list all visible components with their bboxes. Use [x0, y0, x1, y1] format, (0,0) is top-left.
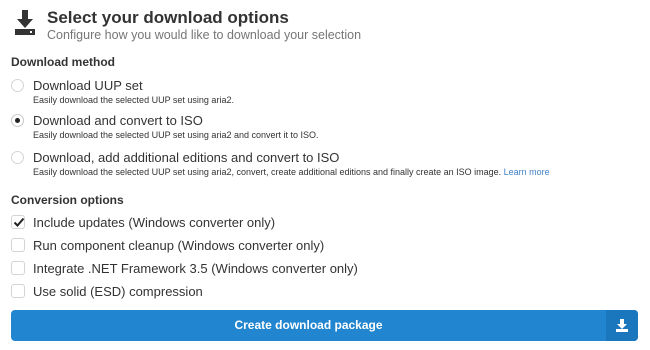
checkbox[interactable] [11, 284, 25, 298]
radio-description: Easily download the selected UUP set usi… [33, 95, 234, 105]
radio-label[interactable]: Download and convert to ISO [33, 113, 203, 128]
page-subtitle: Configure how you would like to download… [47, 28, 362, 42]
checkbox-integrate-netfx[interactable]: Integrate .NET Framework 3.5 (Windows co… [11, 261, 411, 279]
checkbox-include-updates[interactable]: Include updates (Windows converter only) [11, 215, 411, 233]
checkbox-label[interactable]: Run component cleanup (Windows converter… [33, 238, 324, 253]
checkbox-checked[interactable] [11, 215, 25, 229]
download-method-title: Download method [11, 55, 115, 69]
radio-option-convert-iso[interactable]: Download and convert to ISO Easily downl… [11, 113, 631, 147]
checkbox-component-cleanup[interactable]: Run component cleanup (Windows converter… [11, 238, 411, 256]
radio-option-additional-editions[interactable]: Download, add additional editions and co… [11, 150, 631, 184]
checkbox-solid-compression[interactable]: Use solid (ESD) compression [11, 284, 411, 302]
radio-label[interactable]: Download, add additional editions and co… [33, 150, 339, 165]
download-icon[interactable] [606, 310, 638, 341]
create-button-label[interactable]: Create download package [11, 310, 606, 341]
radio-button-selected[interactable] [11, 114, 24, 127]
download-icon [14, 10, 36, 36]
radio-button[interactable] [11, 79, 24, 92]
learn-more-link[interactable]: Learn more [504, 167, 550, 177]
checkbox[interactable] [11, 238, 25, 252]
checkmark-icon [13, 217, 25, 227]
radio-label[interactable]: Download UUP set [33, 78, 143, 93]
conversion-options-title: Conversion options [11, 193, 124, 207]
page-title: Select your download options [47, 8, 289, 27]
radio-option-uup-set[interactable]: Download UUP set Easily download the sel… [11, 78, 631, 112]
radio-description: Easily download the selected UUP set usi… [33, 167, 550, 177]
radio-button[interactable] [11, 151, 24, 164]
checkbox-label[interactable]: Integrate .NET Framework 3.5 (Windows co… [33, 261, 358, 276]
create-download-package-button[interactable]: Create download package [11, 310, 638, 341]
checkbox-label[interactable]: Use solid (ESD) compression [33, 284, 203, 299]
download-options-page: Select your download options Configure h… [0, 0, 650, 350]
radio-description-text: Easily download the selected UUP set usi… [33, 167, 502, 177]
checkbox-label[interactable]: Include updates (Windows converter only) [33, 215, 275, 230]
checkbox[interactable] [11, 261, 25, 275]
radio-description: Easily download the selected UUP set usi… [33, 130, 319, 140]
